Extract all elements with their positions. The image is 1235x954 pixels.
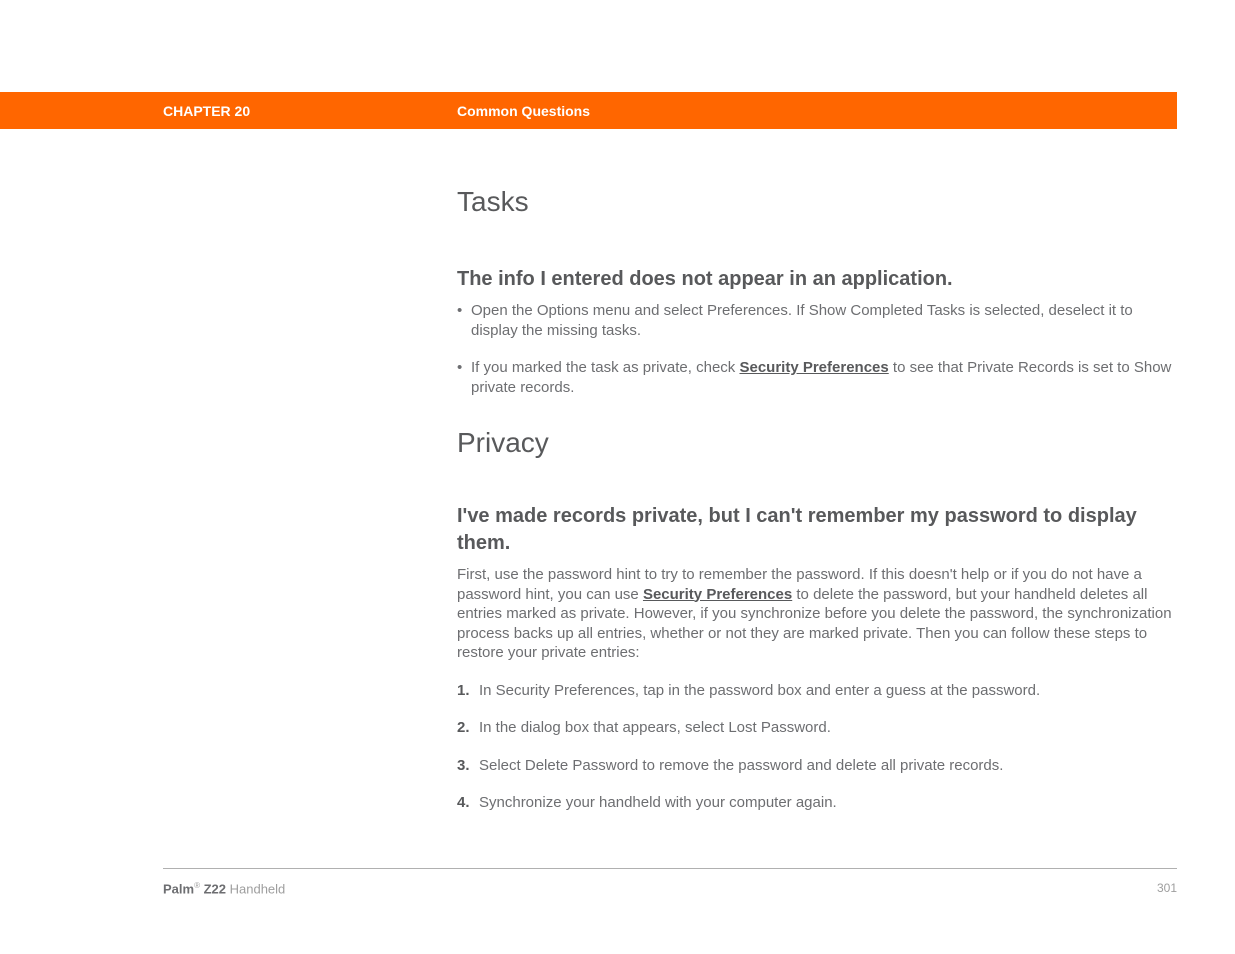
list-item: 3. Select Delete Password to remove the … bbox=[457, 756, 1177, 776]
main-content: Tasks The info I entered does not appear… bbox=[457, 186, 1177, 831]
header-title: Common Questions bbox=[457, 103, 590, 119]
step-number: 2. bbox=[457, 718, 470, 738]
list-item: Open the Options menu and select Prefere… bbox=[457, 301, 1177, 340]
step-number: 1. bbox=[457, 681, 470, 701]
numbered-steps: 1. In Security Preferences, tap in the p… bbox=[457, 681, 1177, 813]
chapter-label: CHAPTER 20 bbox=[163, 103, 250, 119]
question-heading-tasks-1: The info I entered does not appear in an… bbox=[457, 266, 1177, 293]
question-heading-privacy-1: I've made records private, but I can't r… bbox=[457, 503, 1177, 557]
page-footer: Palm® Z22 Handheld 301 bbox=[163, 868, 1177, 896]
bullet-list-tasks: Open the Options menu and select Prefere… bbox=[457, 301, 1177, 397]
step-text: In Security Preferences, tap in the pass… bbox=[479, 682, 1040, 699]
step-text: Select Delete Password to remove the pas… bbox=[479, 757, 1003, 774]
paragraph-privacy: First, use the password hint to try to r… bbox=[457, 565, 1177, 663]
step-text: In the dialog box that appears, select L… bbox=[479, 719, 831, 736]
security-preferences-link[interactable]: Security Preferences bbox=[643, 586, 792, 603]
page-number: 301 bbox=[1157, 881, 1177, 896]
list-item: 4. Synchronize your handheld with your c… bbox=[457, 793, 1177, 813]
bullet-text: Open the Options menu and select Prefere… bbox=[471, 302, 1133, 339]
section-heading-tasks: Tasks bbox=[457, 186, 1177, 218]
list-item: 2. In the dialog box that appears, selec… bbox=[457, 718, 1177, 738]
bullet-text-pre: If you marked the task as private, check bbox=[471, 359, 739, 376]
list-item: If you marked the task as private, check… bbox=[457, 358, 1177, 397]
list-item: 1. In Security Preferences, tap in the p… bbox=[457, 681, 1177, 701]
step-text: Synchronize your handheld with your comp… bbox=[479, 794, 837, 811]
section-heading-privacy: Privacy bbox=[457, 427, 1177, 459]
page-header: CHAPTER 20 Common Questions bbox=[0, 92, 1177, 129]
step-number: 3. bbox=[457, 756, 470, 776]
brand-name: Palm bbox=[163, 881, 194, 896]
step-number: 4. bbox=[457, 793, 470, 813]
brand-suffix: Handheld bbox=[226, 881, 285, 896]
security-preferences-link[interactable]: Security Preferences bbox=[739, 359, 888, 376]
brand-model: Z22 bbox=[200, 881, 226, 896]
footer-brand: Palm® Z22 Handheld bbox=[163, 881, 285, 896]
